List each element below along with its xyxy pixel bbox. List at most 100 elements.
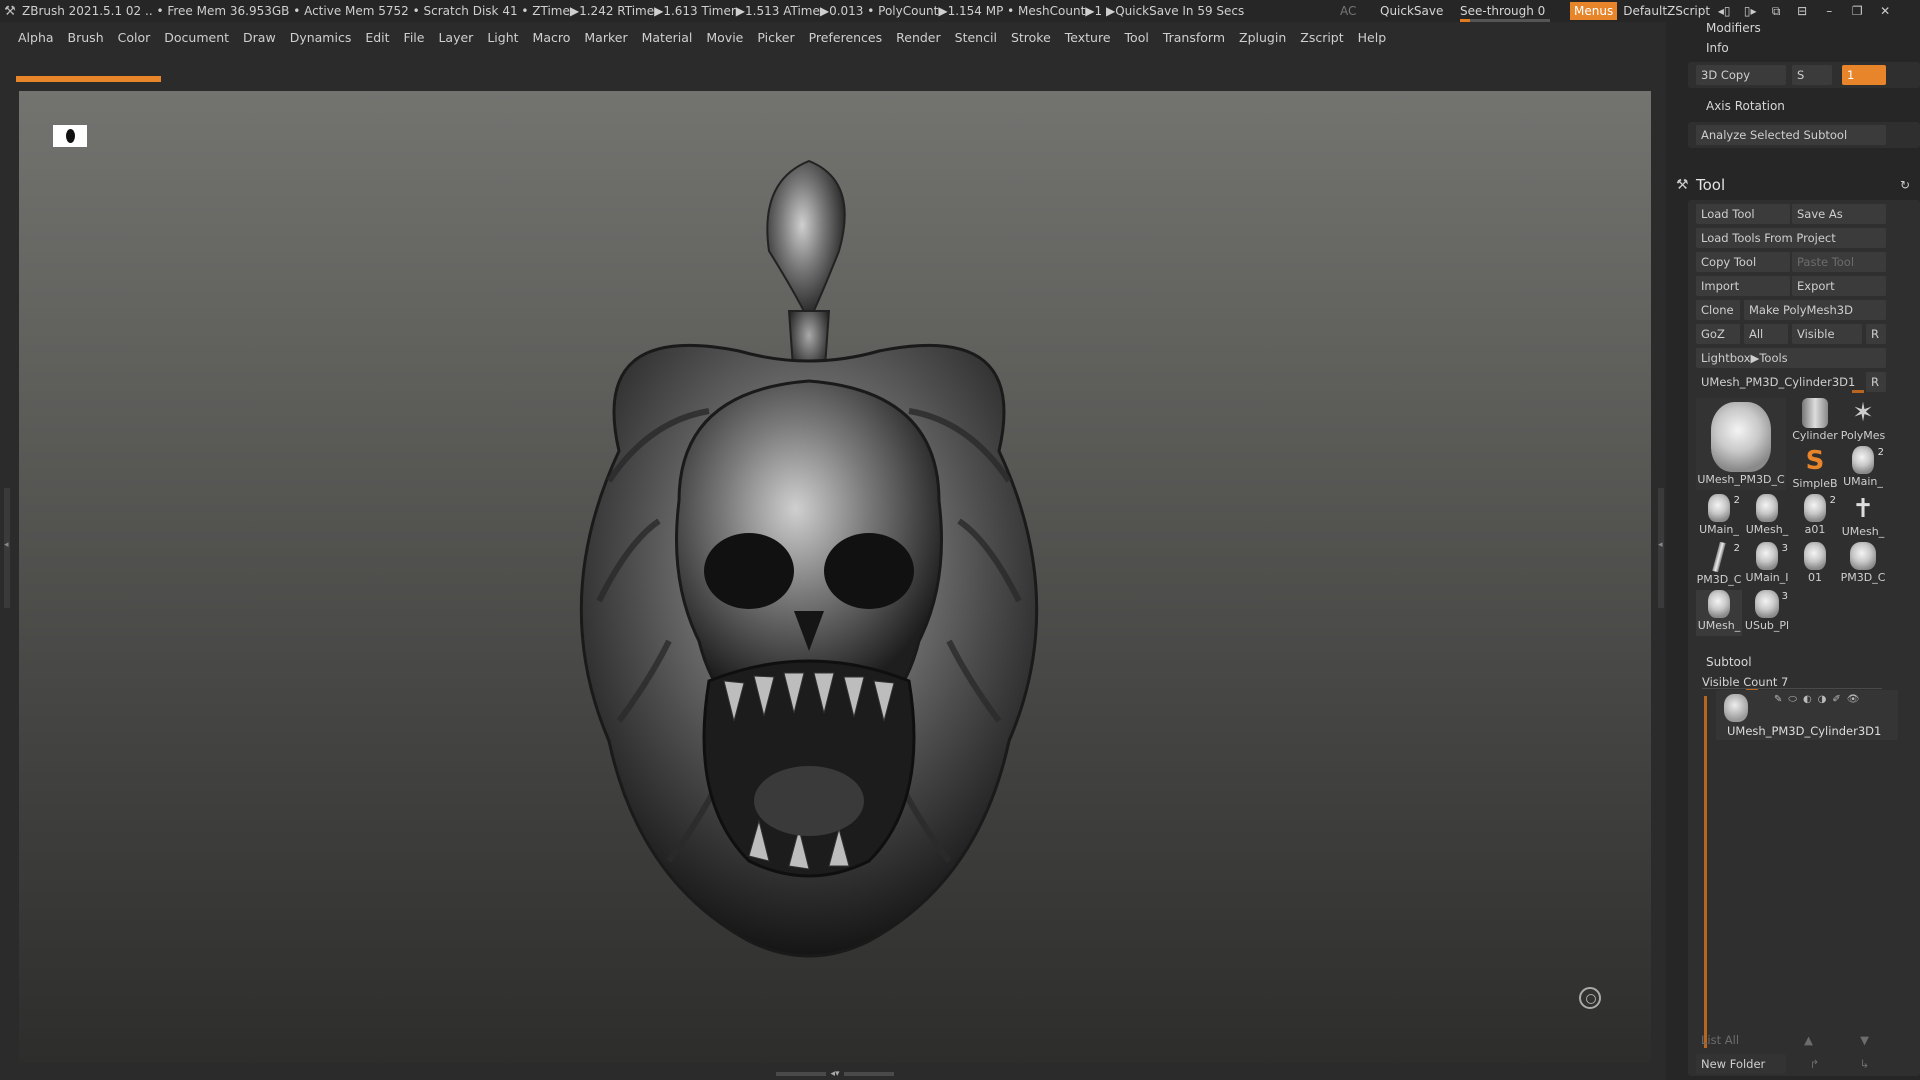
tool-thumb-pm3d-b[interactable]: PM3D_C xyxy=(1840,542,1886,588)
tool-thumb-umesh-b[interactable]: UMesh_ xyxy=(1696,590,1742,636)
export-button[interactable]: Export xyxy=(1792,276,1886,296)
navigation-gizmo-icon[interactable] xyxy=(1579,987,1601,1009)
tool-thumb-usub[interactable]: USub_Pl 3 xyxy=(1744,590,1790,636)
see-through-slider[interactable]: See-through 0 xyxy=(1460,4,1570,22)
menu-transform[interactable]: Transform xyxy=(1163,30,1225,45)
lightbox-tools-button[interactable]: Lightbox▶Tools xyxy=(1696,348,1886,368)
right-tray-handle[interactable]: ◂ xyxy=(1658,488,1664,608)
menu-marker[interactable]: Marker xyxy=(584,30,627,45)
tool-thumb-pm3d-a[interactable]: PM3D_C 2 xyxy=(1696,542,1742,588)
brush-indicator-icon xyxy=(53,125,87,147)
menu-macro[interactable]: Macro xyxy=(533,30,571,45)
eye-icon[interactable]: 👁 xyxy=(1847,694,1860,705)
folder-arrow-icon[interactable]: ↱ xyxy=(1790,1054,1834,1074)
goz-r-button[interactable]: R xyxy=(1866,324,1886,344)
menu-document[interactable]: Document xyxy=(164,30,229,45)
menu-material[interactable]: Material xyxy=(642,30,693,45)
save-as-button[interactable]: Save As xyxy=(1792,204,1886,224)
current-tool-name[interactable]: UMesh_PM3D_Cylinder3D1 xyxy=(1696,372,1862,392)
refresh-icon[interactable]: ↻ xyxy=(1900,178,1910,192)
tool-thumb-umain-c[interactable]: UMain_I 3 xyxy=(1744,542,1790,588)
toggle-icon[interactable]: ⬭ xyxy=(1788,694,1797,705)
goz-button[interactable]: GoZ xyxy=(1696,324,1740,344)
tool-thumb-badge: 2 xyxy=(1733,543,1740,554)
tool-thumb-simplebrush[interactable]: S SimpleB xyxy=(1792,446,1838,492)
new-folder-button[interactable]: New Folder xyxy=(1696,1054,1786,1074)
tool-thumb-umain-a[interactable]: UMain_ 2 xyxy=(1840,446,1886,492)
tool-palette-header[interactable]: ⚒ Tool ↻ xyxy=(1676,172,1916,198)
menu-brush[interactable]: Brush xyxy=(68,30,104,45)
current-tool-r-button[interactable]: R xyxy=(1866,372,1886,392)
tool-thumb-umesh-a[interactable]: UMesh_ xyxy=(1744,494,1790,540)
tool-thumb-umesh-cross[interactable]: ✝ UMesh_ xyxy=(1840,494,1886,540)
goz-visible-button[interactable]: Visible xyxy=(1792,324,1862,344)
axis-rotation-header[interactable]: Axis Rotation xyxy=(1706,94,1785,118)
move-up-icon[interactable]: ▲ xyxy=(1786,1030,1826,1050)
tool-thumb-label: UMesh_ xyxy=(1745,523,1789,536)
s-value-field[interactable]: 1 xyxy=(1842,65,1886,85)
menus-toggle[interactable]: Menus xyxy=(1570,2,1618,20)
tool-thumb-label: Cylinder xyxy=(1792,429,1838,442)
tool-thumb-cylinder[interactable]: Cylinder xyxy=(1792,398,1838,444)
menu-file[interactable]: File xyxy=(404,30,425,45)
folder-down-icon[interactable]: ↳ xyxy=(1840,1054,1884,1074)
tool-thumb-polymesh[interactable]: ✶ PolyMes xyxy=(1840,398,1886,444)
import-button[interactable]: Import xyxy=(1696,276,1790,296)
menu-zplugin[interactable]: Zplugin xyxy=(1239,30,1286,45)
menu-movie[interactable]: Movie xyxy=(706,30,743,45)
minimize-icon[interactable]: – xyxy=(1815,4,1843,18)
ac-button[interactable]: AC xyxy=(1340,4,1380,18)
menu-color[interactable]: Color xyxy=(118,30,151,45)
info-header[interactable]: Info xyxy=(1706,36,1729,60)
list-all-button[interactable]: List All xyxy=(1696,1030,1786,1050)
brush-icon[interactable]: ✎ xyxy=(1774,694,1782,705)
goz-all-button[interactable]: All xyxy=(1744,324,1788,344)
menu-picker[interactable]: Picker xyxy=(757,30,794,45)
menu-draw[interactable]: Draw xyxy=(243,30,276,45)
menu-stroke[interactable]: Stroke xyxy=(1011,30,1051,45)
load-tool-button[interactable]: Load Tool xyxy=(1696,204,1790,224)
tool-thumb-main[interactable]: UMesh_PM3D_C xyxy=(1696,398,1786,490)
polypaint-icon[interactable]: ◐ xyxy=(1803,694,1812,705)
ui-layout-icon[interactable]: ⊟ xyxy=(1789,4,1815,18)
tool-thumb-label: UMesh_PM3D_C xyxy=(1697,473,1785,486)
left-tray-handle[interactable]: ◂ xyxy=(4,488,10,608)
move-down-icon[interactable]: ▼ xyxy=(1842,1030,1882,1050)
copy-tool-button[interactable]: Copy Tool xyxy=(1696,252,1790,272)
3d-copy-button[interactable]: 3D Copy xyxy=(1696,65,1786,85)
load-tools-from-project-button[interactable]: Load Tools From Project xyxy=(1696,228,1886,248)
subtool-item[interactable]: ✎ ⬭ ◐ ◑ ✐ 👁 UMesh_PM3D_Cylinder3D1 xyxy=(1716,690,1898,740)
menu-stencil[interactable]: Stencil xyxy=(955,30,997,45)
menu-texture[interactable]: Texture xyxy=(1065,30,1111,45)
subtool-scrollbar[interactable] xyxy=(1704,696,1707,1048)
menu-zscript[interactable]: Zscript xyxy=(1300,30,1343,45)
menu-alpha[interactable]: Alpha xyxy=(18,30,54,45)
tool-thumb-01[interactable]: 01 xyxy=(1792,542,1838,588)
menu-preferences[interactable]: Preferences xyxy=(809,30,883,45)
menu-light[interactable]: Light xyxy=(487,30,518,45)
close-icon[interactable]: ✕ xyxy=(1871,4,1899,18)
tool-thumb-label: UMain_I xyxy=(1745,571,1789,584)
analyze-subtool-button[interactable]: Analyze Selected Subtool xyxy=(1696,125,1886,145)
pen-icon[interactable]: ✐ xyxy=(1832,694,1840,705)
maximize-icon[interactable]: ❐ xyxy=(1843,4,1871,18)
menu-tool[interactable]: Tool xyxy=(1125,30,1149,45)
tool-thumb-umain-b[interactable]: UMain_ 2 xyxy=(1696,494,1742,540)
menu-render[interactable]: Render xyxy=(896,30,941,45)
menu-dynamics[interactable]: Dynamics xyxy=(290,30,352,45)
bust-icon xyxy=(1852,446,1874,474)
default-zscript-button[interactable]: DefaultZScript xyxy=(1623,4,1711,18)
tool-thumb-a01[interactable]: a01 2 xyxy=(1792,494,1838,540)
layout-cycle-icon[interactable]: ⧉ xyxy=(1763,4,1789,19)
paste-tool-button[interactable]: Paste Tool xyxy=(1792,252,1886,272)
clone-button[interactable]: Clone xyxy=(1696,300,1740,320)
menu-layer[interactable]: Layer xyxy=(438,30,473,45)
bottom-tray-handle[interactable]: ◂▾ xyxy=(770,1069,900,1079)
make-polymesh3d-button[interactable]: Make PolyMesh3D xyxy=(1744,300,1886,320)
quicksave-button[interactable]: QuickSave xyxy=(1380,4,1460,18)
canvas-viewport[interactable] xyxy=(19,91,1651,1063)
material-icon[interactable]: ◑ xyxy=(1818,694,1827,705)
menu-edit[interactable]: Edit xyxy=(365,30,389,45)
menu-help[interactable]: Help xyxy=(1358,30,1387,45)
tool-thumb-badge: 3 xyxy=(1781,543,1788,554)
